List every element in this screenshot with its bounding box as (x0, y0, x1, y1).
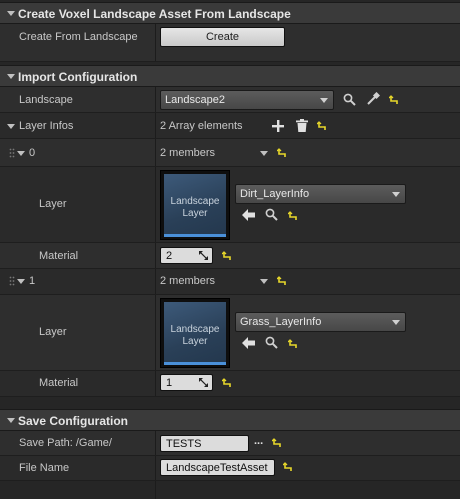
chevron-down-icon (320, 98, 328, 103)
layer-infos-label: Layer Infos (19, 120, 74, 132)
element-index: 1 (29, 275, 36, 287)
use-selected-arrow-icon[interactable] (242, 209, 255, 221)
members-count: 2 members (160, 147, 216, 159)
panel-footer-space (0, 481, 460, 499)
thumbnail-text: Landscape Layer (170, 196, 220, 219)
collapse-arrow-icon[interactable] (7, 11, 15, 16)
reset-arrow-icon[interactable] (317, 121, 327, 131)
element-options-chevron-icon[interactable] (260, 151, 268, 156)
expand-arrow-icon[interactable] (17, 151, 25, 156)
save-path-input[interactable]: TESTS (160, 435, 249, 452)
material-label: Material (39, 377, 79, 389)
layer-info-value: Grass_LayerInfo (240, 316, 322, 328)
landscape-label: Landscape (19, 94, 73, 106)
trash-icon[interactable] (296, 119, 308, 132)
section-save-header[interactable]: Save Configuration (0, 409, 460, 431)
file-name-input[interactable]: LandscapeTestAsset (160, 459, 275, 476)
create-from-landscape-row: Create From Landscape Create (0, 24, 460, 62)
drag-value-icon (199, 378, 208, 387)
landscape-layer-thumbnail[interactable]: Landscape Layer (160, 298, 230, 368)
element-0-row: 0 2 members (0, 139, 460, 167)
reset-arrow-icon[interactable] (389, 95, 399, 105)
layer-label: Layer (39, 198, 67, 210)
element-0-material-row: Material 2 (0, 243, 460, 269)
collapse-arrow-icon[interactable] (7, 74, 15, 79)
layer-infos-row: Layer Infos 2 Array elements (0, 113, 460, 139)
collapse-arrow-icon[interactable] (7, 418, 15, 423)
landscape-row: Landscape Landscape2 (0, 87, 460, 113)
browse-button[interactable]: ... (254, 435, 263, 447)
section-title: Save Configuration (18, 414, 129, 428)
element-1-material-row: Material 1 (0, 371, 460, 397)
layer-info-value: Dirt_LayerInfo (240, 188, 310, 200)
file-name-row: File Name LandscapeTestAsset (0, 456, 460, 481)
section-title: Import Configuration (18, 70, 138, 84)
section-create-header[interactable]: Create Voxel Landscape Asset From Landsc… (0, 2, 460, 24)
search-icon[interactable] (343, 93, 356, 106)
chevron-down-icon (392, 192, 400, 197)
reset-arrow-icon[interactable] (277, 148, 287, 158)
layer-info-combo[interactable]: Grass_LayerInfo (235, 312, 406, 332)
create-from-landscape-label: Create From Landscape (19, 31, 138, 43)
reset-arrow-icon[interactable] (288, 211, 298, 221)
members-count: 2 members (160, 275, 216, 287)
save-path-row: Save Path: /Game/ TESTS ... (0, 431, 460, 456)
section-title: Create Voxel Landscape Asset From Landsc… (18, 7, 291, 21)
search-icon[interactable] (265, 208, 278, 221)
element-1-layer-row: Layer Landscape Layer Grass_LayerInfo (0, 295, 460, 371)
reset-arrow-icon[interactable] (272, 438, 282, 448)
material-number-field[interactable]: 2 (160, 247, 213, 264)
element-0-layer-row: Layer Landscape Layer Dirt_LayerInfo (0, 167, 460, 243)
layer-infos-count: 2 Array elements (160, 120, 243, 132)
create-button[interactable]: Create (160, 27, 285, 47)
reset-arrow-icon[interactable] (222, 378, 232, 388)
element-1-row: 1 2 members (0, 269, 460, 295)
section-import-header[interactable]: Import Configuration (0, 65, 460, 87)
thumbnail-text: Landscape Layer (170, 324, 220, 347)
save-path-label: Save Path: /Game/ (19, 437, 112, 449)
layer-label: Layer (39, 326, 67, 338)
use-selected-arrow-icon[interactable] (242, 337, 255, 349)
reset-arrow-icon[interactable] (222, 251, 232, 261)
material-label: Material (39, 250, 79, 262)
landscape-layer-thumbnail[interactable]: Landscape Layer (160, 170, 230, 240)
element-options-chevron-icon[interactable] (260, 279, 268, 284)
expand-arrow-icon[interactable] (17, 279, 25, 284)
material-value: 1 (166, 377, 173, 389)
chevron-down-icon (392, 320, 400, 325)
reset-arrow-icon[interactable] (277, 276, 287, 286)
material-value: 2 (166, 250, 173, 262)
save-path-value: TESTS (166, 438, 202, 450)
layer-info-combo[interactable]: Dirt_LayerInfo (235, 184, 406, 204)
material-number-field[interactable]: 1 (160, 374, 213, 391)
reset-arrow-icon[interactable] (288, 339, 298, 349)
reset-arrow-icon[interactable] (283, 462, 293, 472)
add-element-icon[interactable] (272, 120, 284, 132)
details-panel: Create Voxel Landscape Asset From Landsc… (0, 0, 460, 499)
expand-arrow-icon[interactable] (7, 124, 15, 129)
landscape-value: Landscape2 (165, 94, 225, 106)
file-name-value: LandscapeTestAsset (166, 462, 268, 474)
drag-value-icon (199, 251, 208, 260)
drag-handle-icon[interactable] (9, 276, 15, 288)
eyedropper-icon[interactable] (366, 92, 380, 106)
search-icon[interactable] (265, 336, 278, 349)
element-index: 0 (29, 147, 36, 159)
file-name-label: File Name (19, 462, 70, 474)
drag-handle-icon[interactable] (9, 148, 15, 160)
landscape-combo[interactable]: Landscape2 (160, 90, 334, 110)
